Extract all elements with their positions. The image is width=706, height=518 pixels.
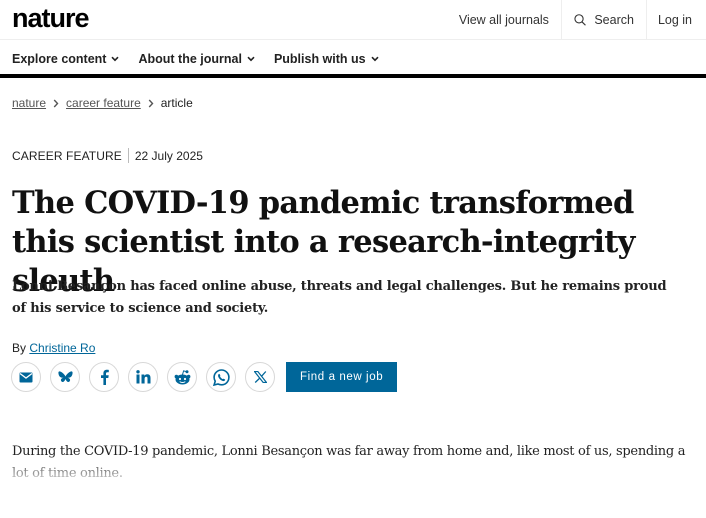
nav-publish-with-us[interactable]: Publish with us [274,52,379,66]
top-links: View all journals Search Log in [447,0,706,40]
top-bar: nature View all journals Search Log in [0,0,706,40]
view-all-journals-link[interactable]: View all journals [447,0,561,40]
search-label: Search [594,13,634,27]
share-x-button[interactable] [245,362,275,392]
whatsapp-icon [212,368,230,386]
nature-logo[interactable]: nature [12,3,90,34]
byline: By Christine Ro [12,341,95,355]
author-link[interactable]: Christine Ro [29,341,95,355]
email-icon [19,372,33,382]
x-icon [253,371,267,383]
share-facebook-button[interactable] [89,362,119,392]
search-icon [574,14,586,26]
nav-item-label: Publish with us [273,52,366,66]
share-bluesky-button[interactable] [50,362,80,392]
nav-item-label: About the journal [138,52,242,66]
login-link[interactable]: Log in [647,0,706,40]
chevron-down-icon [111,56,120,62]
breadcrumb-career-feature-link[interactable]: career feature [66,96,141,110]
nav-explore-content[interactable]: Explore content [12,52,120,66]
bluesky-icon [57,370,73,382]
share-whatsapp-button[interactable] [206,362,236,392]
facebook-icon [100,369,109,385]
search-button[interactable]: Search [560,0,647,40]
chevron-right-icon [148,99,154,108]
breadcrumb: nature career feature article [12,96,193,110]
article-standfirst: Lonni Besançon has faced online abuse, t… [12,279,667,316]
breadcrumb-current: article [160,96,193,110]
paywall-fade [0,455,706,518]
chevron-right-icon [53,99,59,108]
chevron-down-icon [247,56,255,62]
meta-divider [127,148,129,163]
article-date: 22 July 2025 [134,148,203,163]
reddit-icon [174,369,190,384]
share-bar: Find a new job [11,362,398,392]
share-reddit-button[interactable] [167,362,197,392]
article-type: CAREER FEATURE [12,148,122,163]
linkedin-icon [135,370,150,384]
byline-prefix: By [12,341,27,355]
share-email-button[interactable] [11,362,41,392]
chevron-down-icon [371,56,379,62]
main-nav: Explore content About the journal Publis… [0,40,706,78]
breadcrumb-nature-link[interactable]: nature [12,96,46,110]
article-meta: CAREER FEATURE 22 July 2025 [12,148,203,163]
nav-about-journal[interactable]: About the journal [138,52,255,66]
nav-item-label: Explore content [12,52,107,66]
find-new-job-button[interactable]: Find a new job [286,362,398,392]
share-linkedin-button[interactable] [128,362,158,392]
